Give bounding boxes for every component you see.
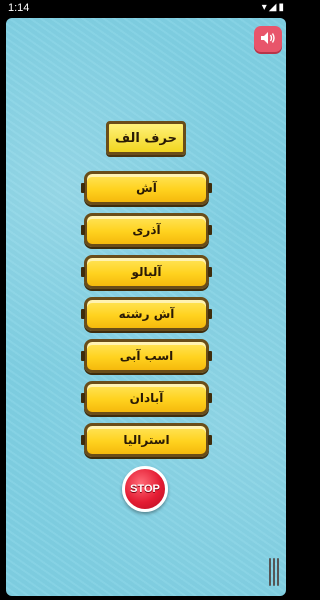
word-label: آش رشته <box>118 307 175 321</box>
word-label: آلبالو <box>131 265 162 279</box>
word-label: استرالیا <box>123 433 170 447</box>
word-button-5[interactable]: اسب آبی <box>81 339 212 373</box>
stop-button[interactable]: STOP <box>122 466 168 512</box>
page-title: حرف الف <box>106 121 186 155</box>
word-label: آذری <box>132 223 161 237</box>
word-label: آبادان <box>129 391 164 405</box>
sound-toggle-button[interactable] <box>254 26 282 52</box>
word-button-2[interactable]: آذری <box>81 213 212 247</box>
word-button-3[interactable]: آلبالو <box>81 255 212 289</box>
word-button-1[interactable]: آش <box>81 171 212 205</box>
word-label: آش <box>136 181 157 195</box>
status-icons: ▾◢▮ <box>261 2 286 13</box>
word-button-7[interactable]: استرالیا <box>81 423 212 457</box>
stop-label: STOP <box>130 483 160 495</box>
status-time: 1:14 <box>8 2 30 14</box>
navigation-bar <box>0 596 292 600</box>
word-button-4[interactable]: آش رشته <box>81 297 212 331</box>
speaker-icon <box>260 30 276 49</box>
scroll-handle-icon[interactable] <box>266 558 282 588</box>
word-label: اسب آبی <box>119 349 174 363</box>
word-button-6[interactable]: آبادان <box>81 381 212 415</box>
status-bar: 1:14 ▾◢▮ <box>0 0 292 18</box>
